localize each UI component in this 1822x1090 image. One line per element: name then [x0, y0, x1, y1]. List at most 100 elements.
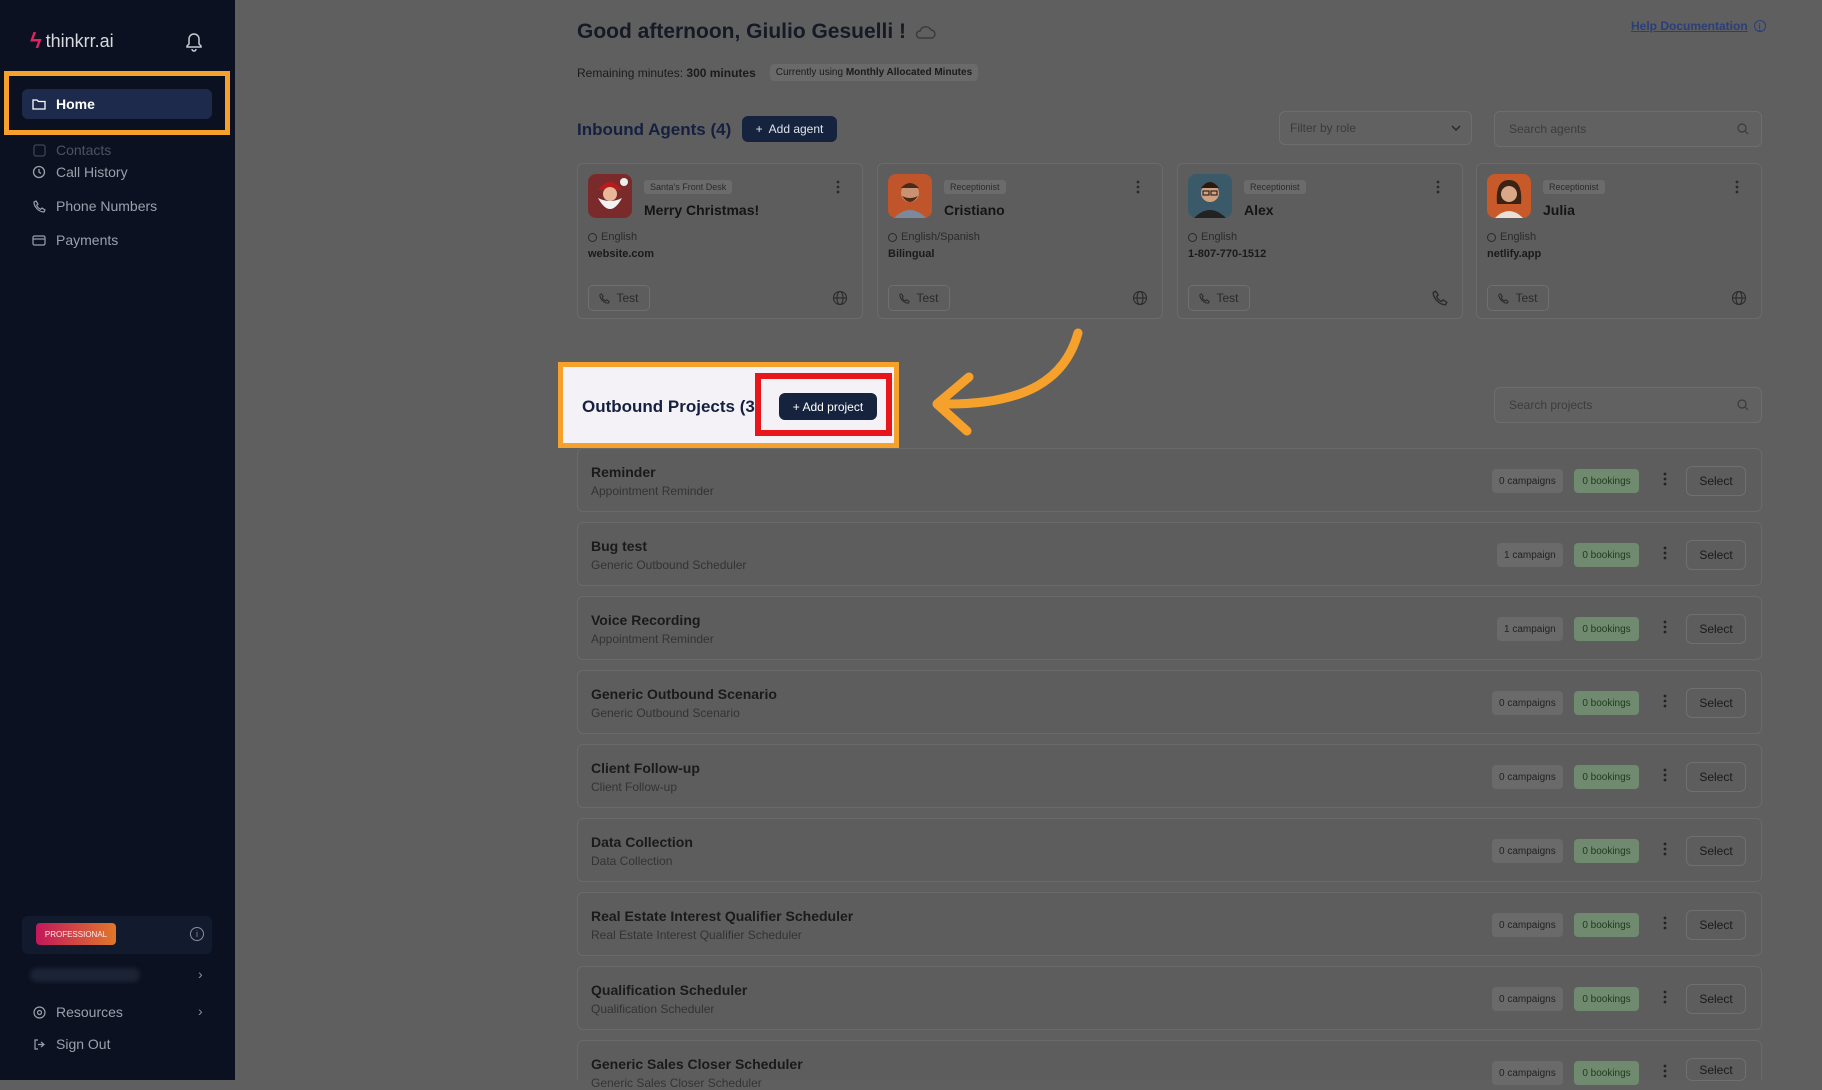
chevron-right-icon[interactable]: ›: [198, 966, 203, 982]
globe-icon[interactable]: [832, 290, 848, 306]
test-agent-button[interactable]: Test: [588, 285, 650, 311]
info-icon[interactable]: i: [190, 927, 204, 941]
account-row-blurred[interactable]: [30, 968, 140, 982]
globe-icon[interactable]: [1132, 290, 1148, 306]
agent-card[interactable]: Receptionist Cristiano English/Spanish B…: [877, 163, 1163, 319]
more-options-icon[interactable]: [1136, 180, 1140, 194]
bookings-badge: 0 bookings: [1574, 617, 1639, 641]
campaigns-badge: 0 campaigns: [1492, 839, 1563, 863]
minutes-status: Remaining minutes: 300 minutes Currently…: [577, 64, 979, 81]
agent-card[interactable]: Santa's Front Desk Merry Christmas! Engl…: [577, 163, 863, 319]
more-options-icon[interactable]: [1663, 990, 1667, 1004]
sidebar-item-phone-numbers[interactable]: Phone Numbers: [22, 191, 212, 221]
select-project-button[interactable]: Select: [1686, 910, 1746, 940]
logo[interactable]: ϟ thinkrr.ai: [30, 28, 114, 54]
project-name: Generic Sales Closer Scheduler: [591, 1056, 803, 1072]
language-icon: [1188, 232, 1197, 242]
contacts-icon: [32, 143, 46, 157]
project-name: Client Follow-up: [591, 760, 700, 776]
phone-icon: [1199, 292, 1211, 304]
bookings-badge: 0 bookings: [1574, 839, 1639, 863]
more-options-icon[interactable]: [1663, 620, 1667, 634]
agent-role-badge: Receptionist: [1244, 180, 1306, 194]
outbound-projects-title: Outbound Projects (33: [582, 397, 765, 416]
more-options-icon[interactable]: [1663, 1064, 1667, 1078]
project-row[interactable]: Real Estate Interest Qualifier Scheduler…: [577, 892, 1762, 956]
project-row[interactable]: Generic Sales Closer Scheduler Generic S…: [577, 1040, 1762, 1090]
project-name: Qualification Scheduler: [591, 982, 748, 998]
more-options-icon[interactable]: [1436, 180, 1440, 194]
sidebar-item-payments[interactable]: Payments: [22, 225, 212, 255]
sidebar-item-call-history[interactable]: Call History: [22, 157, 212, 187]
search-projects-input[interactable]: [1507, 397, 1711, 413]
project-row[interactable]: Qualification Scheduler Qualification Sc…: [577, 966, 1762, 1030]
agent-language-label: English: [1201, 231, 1238, 243]
add-agent-button[interactable]: + Add agent: [742, 116, 837, 142]
select-project-button[interactable]: Select: [1686, 1058, 1746, 1081]
bookings-badge: 0 bookings: [1574, 543, 1639, 567]
filter-by-role-select[interactable]: Filter by role: [1279, 111, 1472, 145]
sidebar-item-resources[interactable]: Resources: [22, 997, 212, 1027]
agent-language: English/Spanish: [888, 231, 980, 243]
avatar: [588, 174, 632, 218]
more-options-icon[interactable]: [1663, 916, 1667, 930]
more-options-icon[interactable]: [1663, 694, 1667, 708]
card-icon: [32, 233, 46, 247]
search-projects-field[interactable]: [1494, 387, 1762, 423]
sidebar-item-label: Phone Numbers: [56, 198, 158, 214]
phone-icon[interactable]: [1432, 290, 1448, 306]
plan-badge: PROFESSIONAL: [36, 923, 116, 945]
select-project-button[interactable]: Select: [1686, 984, 1746, 1014]
project-row[interactable]: Generic Outbound Scenario Generic Outbou…: [577, 670, 1762, 734]
project-row[interactable]: Voice Recording Appointment Reminder 1 c…: [577, 596, 1762, 660]
project-type: Data Collection: [591, 854, 673, 868]
project-row[interactable]: Reminder Appointment Reminder 0 campaign…: [577, 448, 1762, 512]
avatar: [1487, 174, 1531, 218]
sidebar-item-label: Call History: [56, 164, 128, 180]
select-project-button[interactable]: Select: [1686, 836, 1746, 866]
more-options-icon[interactable]: [1663, 546, 1667, 560]
thinkrr-logo-icon: ϟ: [30, 28, 42, 53]
history-icon: [32, 165, 46, 179]
add-agent-label: Add agent: [768, 122, 824, 136]
more-options-icon[interactable]: [1735, 180, 1739, 194]
agent-language-label: English/Spanish: [901, 231, 980, 243]
more-options-icon[interactable]: [1663, 472, 1667, 486]
agent-language-label: English: [1500, 231, 1537, 243]
globe-icon[interactable]: [1731, 290, 1747, 306]
agent-card[interactable]: Receptionist Alex English 1-807-770-1512…: [1177, 163, 1463, 319]
select-project-button[interactable]: Select: [1686, 540, 1746, 570]
search-agents-input[interactable]: [1507, 121, 1711, 137]
more-options-icon[interactable]: [1663, 768, 1667, 782]
test-agent-button[interactable]: Test: [1487, 285, 1549, 311]
select-project-button[interactable]: Select: [1686, 688, 1746, 718]
select-project-button[interactable]: Select: [1686, 466, 1746, 496]
add-project-highlight-box: + Add project: [755, 373, 892, 436]
more-options-icon[interactable]: [836, 180, 840, 194]
campaigns-badge: 0 campaigns: [1492, 913, 1563, 937]
select-project-button[interactable]: Select: [1686, 762, 1746, 792]
agent-card[interactable]: Receptionist Julia English netlify.app T…: [1476, 163, 1762, 319]
test-agent-button[interactable]: Test: [888, 285, 950, 311]
info-icon: i: [1753, 20, 1766, 32]
project-row[interactable]: Client Follow-up Client Follow-up 0 camp…: [577, 744, 1762, 808]
project-row[interactable]: Data Collection Data Collection 0 campai…: [577, 818, 1762, 882]
add-project-button[interactable]: + Add project: [779, 393, 877, 420]
bell-icon[interactable]: [185, 32, 203, 52]
agent-name: Julia: [1543, 202, 1575, 218]
more-options-icon[interactable]: [1663, 842, 1667, 856]
help-documentation-link[interactable]: Help Documentation i: [1631, 19, 1766, 33]
search-agents-field[interactable]: [1494, 111, 1762, 147]
sign-out-button[interactable]: Sign Out: [22, 1029, 212, 1059]
project-name: Generic Outbound Scenario: [591, 686, 777, 702]
language-icon: [1487, 232, 1496, 242]
test-agent-button[interactable]: Test: [1188, 285, 1250, 311]
project-row[interactable]: Bug test Generic Outbound Scheduler 1 ca…: [577, 522, 1762, 586]
select-project-button[interactable]: Select: [1686, 614, 1746, 644]
inbound-agents-title: Inbound Agents (4): [577, 120, 732, 139]
chevron-right-icon[interactable]: ›: [198, 1003, 203, 1019]
agent-detail: netlify.app: [1487, 248, 1542, 260]
test-label: Test: [916, 291, 939, 305]
test-label: Test: [1515, 291, 1538, 305]
agent-role-badge: Receptionist: [1543, 180, 1605, 194]
